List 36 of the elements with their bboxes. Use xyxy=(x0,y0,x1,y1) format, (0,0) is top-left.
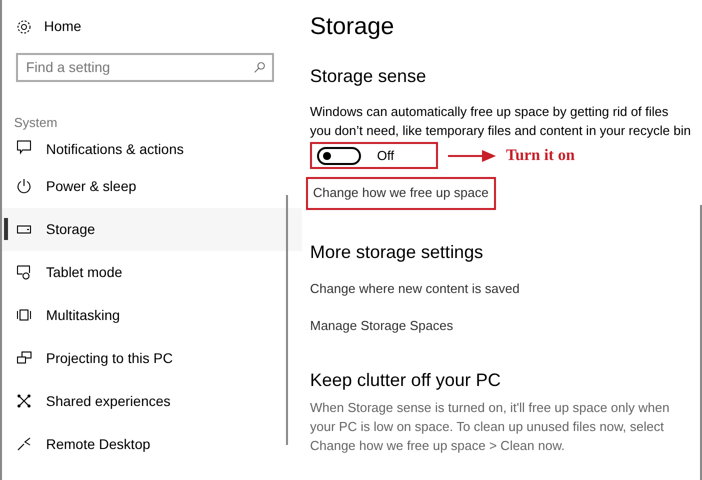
remote-icon xyxy=(16,436,32,452)
power-icon xyxy=(16,178,32,194)
section-heading: Storage sense xyxy=(310,65,428,88)
description: Windows can automatically free up space by getting rid of files you don’t need, like temporary files and content in your recycle bin xyxy=(310,103,692,140)
sidebar-item[interactable]: Tablet mode xyxy=(2,250,302,294)
sidebar-item[interactable]: Remote Desktop xyxy=(2,422,302,466)
annotation: Turn it on xyxy=(506,146,575,166)
sidebar-item[interactable]: Multitasking xyxy=(2,294,302,336)
selection-bar xyxy=(4,218,8,240)
description: When Storage sense is turned on, it'll free up space only when your PC is low on space. To clean up unused files now, select Change how we free up space > Clean now. xyxy=(310,398,670,454)
sidebar-item[interactable]: Notifications & actions xyxy=(2,138,302,164)
section-label: System xyxy=(14,114,58,132)
search-field[interactable]: Find a setting xyxy=(16,53,274,82)
tablet-icon xyxy=(16,264,32,280)
speech-bubble-icon xyxy=(16,138,32,154)
windows-icon xyxy=(16,307,32,323)
search-icon xyxy=(253,61,266,74)
settings-link[interactable]: Change how we free up space xyxy=(306,177,496,210)
page-title: Storage xyxy=(310,12,396,42)
network-icon xyxy=(16,393,32,409)
scrollbar[interactable] xyxy=(286,195,288,445)
toggle-switch[interactable] xyxy=(317,146,361,164)
sidebar-item[interactable]: Power & sleep xyxy=(2,164,302,208)
gear-icon xyxy=(16,18,32,34)
home-link[interactable]: Home xyxy=(44,16,82,37)
sidebar-item[interactable]: Storage xyxy=(2,208,302,250)
sidebar-item[interactable]: Projecting to this PC xyxy=(2,336,302,380)
sidebar-item[interactable]: Shared experiences xyxy=(2,380,302,422)
toggle-label: Off xyxy=(377,147,394,165)
settings-link[interactable]: Change where new content is saved xyxy=(310,278,520,298)
scrollbar[interactable] xyxy=(700,205,702,480)
arrow-icon xyxy=(448,148,496,162)
section-heading: More storage settings xyxy=(310,240,484,264)
screens-icon xyxy=(16,350,32,366)
settings-link[interactable]: Manage Storage Spaces xyxy=(310,316,454,336)
section-heading: Keep clutter off your PC xyxy=(310,368,502,392)
